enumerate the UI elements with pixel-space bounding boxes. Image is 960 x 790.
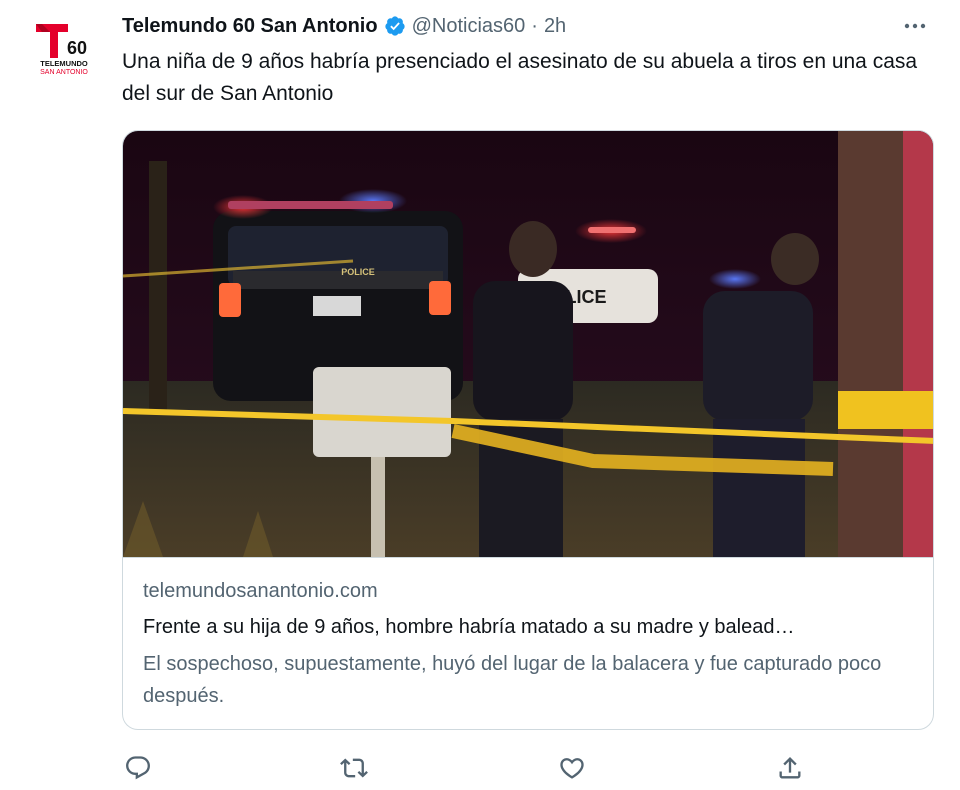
avatar[interactable]: 60 TELEMUNDO SAN ANTONIO xyxy=(28,18,100,78)
share-icon[interactable] xyxy=(774,752,806,784)
tweet-header: Telemundo 60 San Antonio @Noticias60 · 2… xyxy=(122,12,930,40)
telemundo-logo-icon: 60 TELEMUNDO SAN ANTONIO xyxy=(36,24,88,76)
card-title: Frente a su hija de 9 años, hombre habrí… xyxy=(143,616,795,638)
display-name[interactable]: Telemundo 60 San Antonio xyxy=(122,15,378,38)
svg-text:TELEMUNDO: TELEMUNDO xyxy=(40,59,88,68)
more-options-icon[interactable] xyxy=(900,12,930,40)
card-body: telemundosanantonio.com Frente a su hija… xyxy=(123,557,933,729)
tweet[interactable]: 60 TELEMUNDO SAN ANTONIO Telemundo 60 Sa… xyxy=(0,0,960,790)
police-scene-photo: POLICE POLICE xyxy=(123,131,933,557)
link-card[interactable]: POLICE POLICE telemundosanantonio.com Fr… xyxy=(122,130,934,730)
reply-icon[interactable] xyxy=(122,752,154,784)
user-handle[interactable]: @Noticias60 xyxy=(412,15,526,38)
card-image[interactable]: POLICE POLICE xyxy=(123,131,933,557)
separator-dot: · xyxy=(531,14,538,37)
timestamp[interactable]: 2h xyxy=(544,15,566,38)
svg-text:60: 60 xyxy=(67,38,87,58)
svg-text:SAN ANTONIO: SAN ANTONIO xyxy=(40,69,88,76)
verified-badge-icon xyxy=(384,15,406,37)
card-description: El sospechoso, supuestamente, huyó del l… xyxy=(143,653,882,707)
svg-text:POLICE: POLICE xyxy=(341,267,375,277)
tweet-text: Una niña de 9 años habría presenciado el… xyxy=(122,50,918,105)
action-bar xyxy=(122,752,822,784)
like-icon[interactable] xyxy=(556,752,588,784)
retweet-icon[interactable] xyxy=(338,752,370,784)
card-domain: telemundosanantonio.com xyxy=(143,580,378,602)
